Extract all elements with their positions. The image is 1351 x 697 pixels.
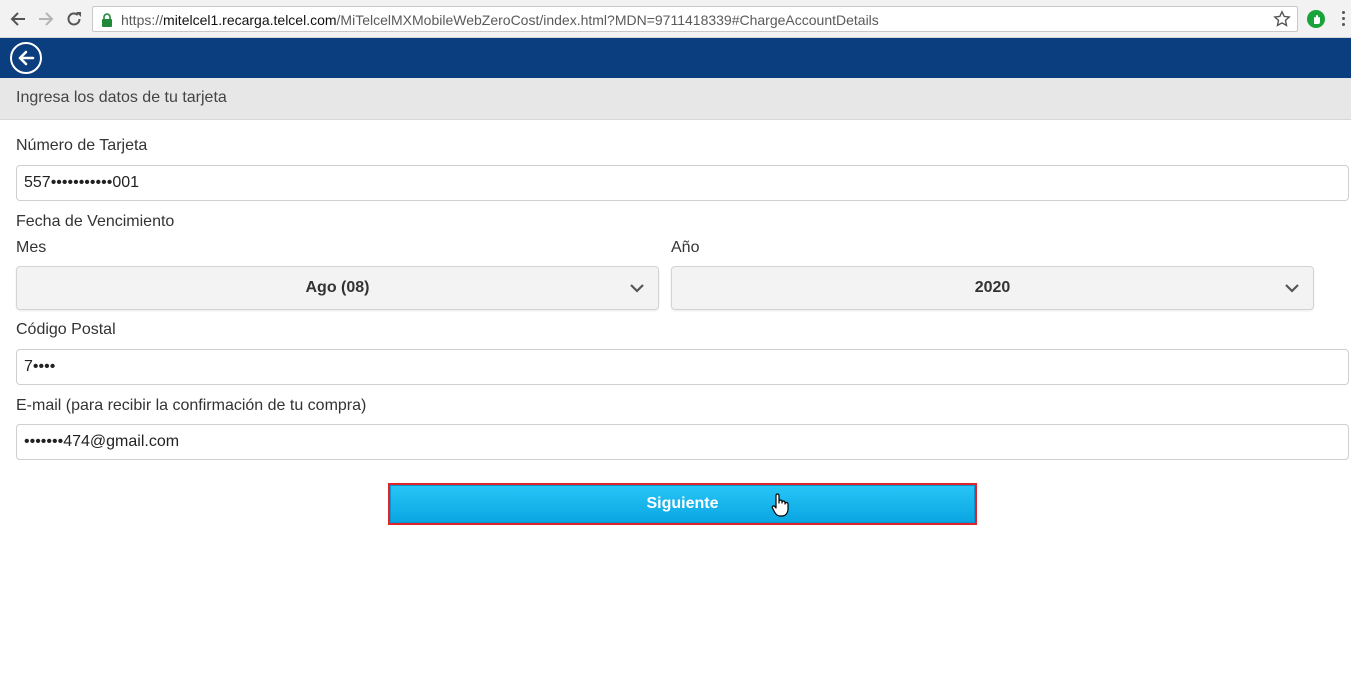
forward-arrow-icon[interactable] <box>36 9 56 29</box>
submit-highlight: Siguiente <box>388 483 977 525</box>
expiry-label: Fecha de Vencimiento <box>16 213 175 230</box>
email-input[interactable]: •••••••474@gmail.com <box>16 424 1349 460</box>
browser-toolbar: https://mitelcel1.recarga.telcel.com/MiT… <box>0 0 1351 38</box>
section-header: Ingresa los datos de tu tarjeta <box>0 78 1351 120</box>
url-prefix: https:// <box>121 12 164 28</box>
extension-icon[interactable] <box>1307 10 1325 28</box>
lock-icon <box>102 13 112 27</box>
month-select-value: Ago (08) <box>305 279 370 296</box>
app-header <box>0 38 1351 78</box>
month-label: Mes <box>16 239 47 256</box>
hand-cursor-icon <box>771 493 789 517</box>
chevron-down-icon <box>630 284 644 293</box>
star-icon[interactable] <box>1273 10 1291 28</box>
menu-dots-icon[interactable] <box>1340 11 1346 27</box>
month-select[interactable]: Ago (08) <box>16 266 659 310</box>
postal-code-input[interactable]: 7•••• <box>16 349 1349 385</box>
section-title: Ingresa los datos de tu tarjeta <box>16 89 227 106</box>
card-number-label: Número de Tarjeta <box>16 137 148 154</box>
url-text: https://mitelcel1.recarga.telcel.com/MiT… <box>121 12 879 28</box>
year-select-value: 2020 <box>974 279 1011 296</box>
card-number-input[interactable]: 557•••••••••••001 <box>16 165 1349 201</box>
postal-code-label: Código Postal <box>16 321 116 338</box>
year-label: Año <box>671 239 700 256</box>
reload-icon[interactable] <box>64 9 84 29</box>
address-bar[interactable]: https://mitelcel1.recarga.telcel.com/MiT… <box>92 6 1298 32</box>
year-select[interactable]: 2020 <box>671 266 1314 310</box>
chevron-down-icon <box>1285 284 1299 293</box>
back-arrow-icon[interactable] <box>8 9 28 29</box>
siguiente-button[interactable]: Siguiente <box>390 485 975 523</box>
email-label: E-mail (para recibir la confirmación de … <box>16 397 367 414</box>
url-path: /MiTelcelMXMobileWebZeroCost/index.html?… <box>336 12 879 28</box>
circle-back-arrow-icon[interactable] <box>10 42 42 74</box>
url-host: mitelcel1.recarga.telcel.com <box>163 12 337 28</box>
